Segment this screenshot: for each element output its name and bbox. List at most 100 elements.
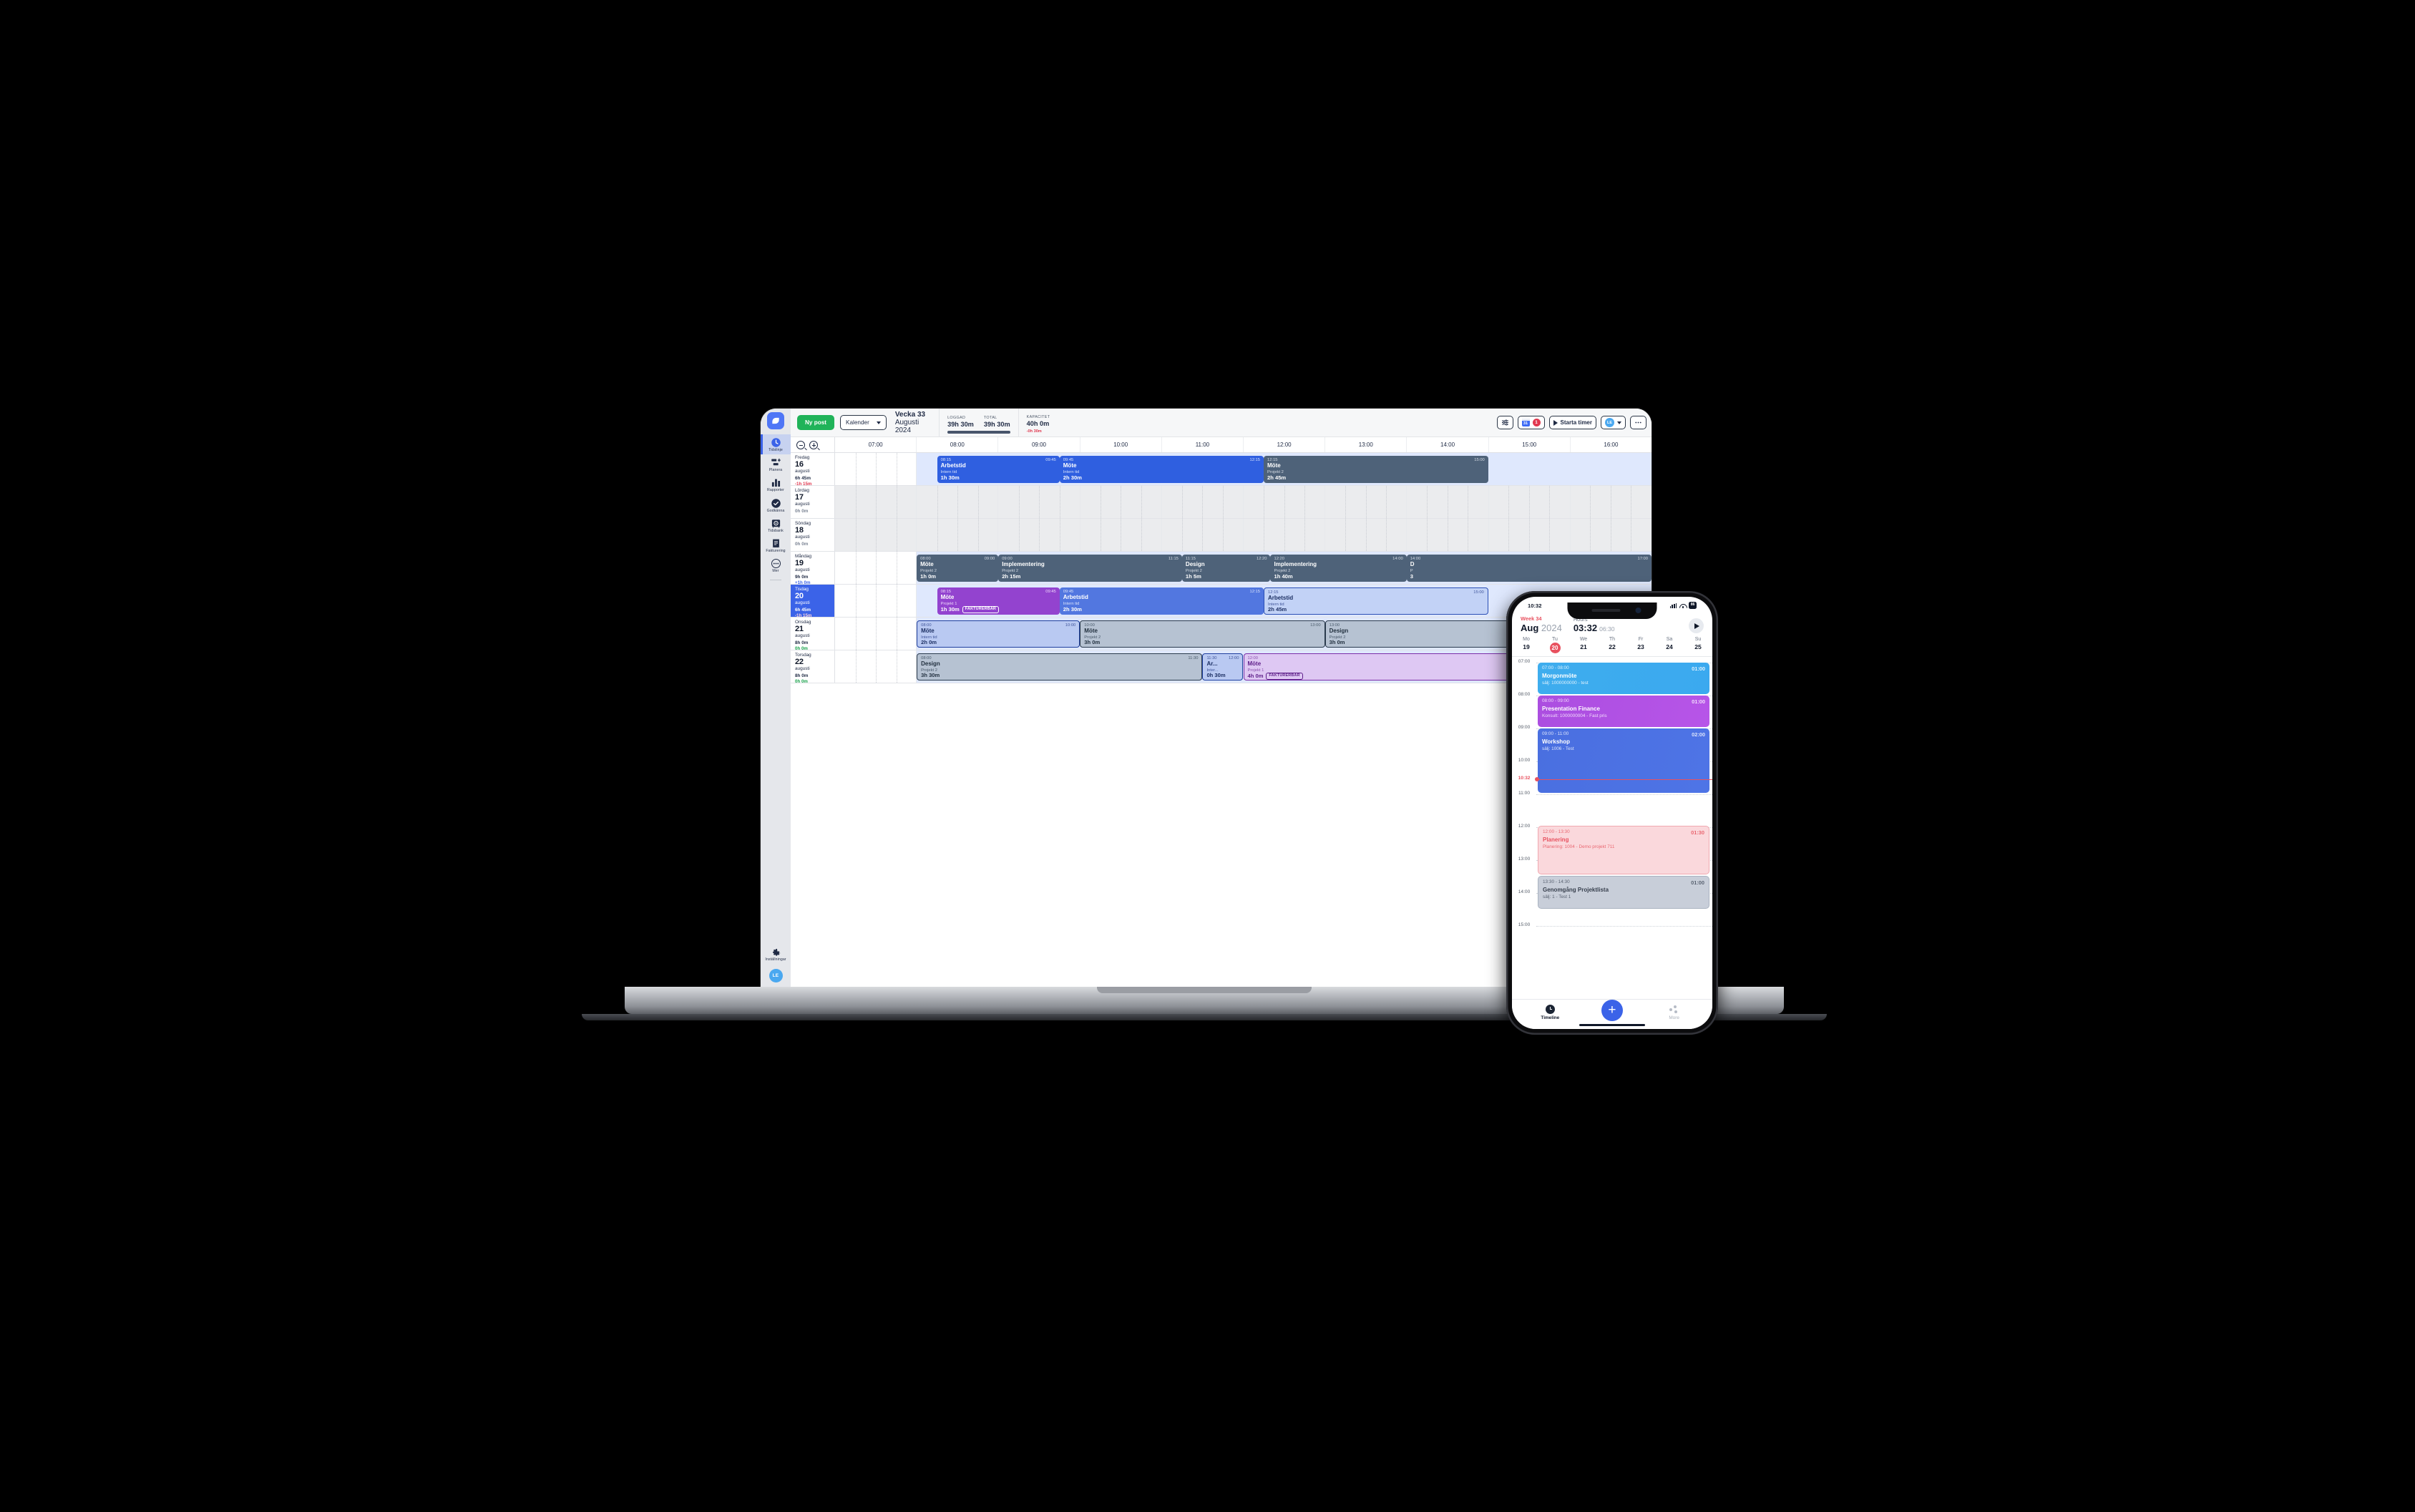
phone-event-duration: 01:00 [1692, 665, 1705, 672]
day-row: Söndag 18 augusti 0h 0m [791, 519, 1652, 552]
total-label: TOTAL [983, 415, 997, 420]
day-track[interactable]: 08:15 09:45 Arbetstid Intern tid 1h 30m 09:45… [835, 453, 1652, 485]
calendar-notifications-button[interactable]: 31 1 [1517, 416, 1545, 429]
phone-timeline[interactable]: 07:00 08:00 09:00 10:00 11:00 12:00 13:00 14:00… [1512, 657, 1712, 999]
tab-timeline[interactable]: Timeline [1525, 1004, 1575, 1020]
phone-event[interactable]: 13:30 - 14:30 01:00 Genomgång Projektlista… [1538, 876, 1709, 909]
event-end: 15:00 [1473, 590, 1484, 595]
capacity-summary: KAPACITET 40h 0m -0h 30m [1018, 409, 1058, 436]
hour-tick: 09:00 [997, 437, 1079, 452]
calendar-event[interactable]: 10:00 13:00 Möte Projekt 2 3h 0m [1080, 620, 1325, 648]
phone-start-timer-button[interactable] [1689, 618, 1704, 633]
day-number: 21 [795, 624, 804, 633]
zoom-in-icon[interactable] [809, 440, 820, 451]
user-menu-button[interactable]: LE [1601, 416, 1626, 429]
toolbar-left: Ny post Kalender Vecka 33 Augusti 2024 [791, 409, 939, 436]
calendar-event[interactable]: 12:20 14:00 Implementering Projekt 2 1h 40m [1270, 555, 1407, 582]
month-label: Augusti [894, 418, 919, 426]
event-duration: 1h 30m [940, 605, 960, 613]
sidebar-item-tidsbank[interactable]: Tidsbank [761, 515, 791, 535]
day-number: 22 [795, 657, 804, 666]
event-duration: 2h 15m [1002, 572, 1021, 580]
calendar-event[interactable]: 14:00 17:00 D P 3 [1406, 555, 1652, 582]
avatar[interactable]: LE [769, 969, 783, 982]
day-track[interactable]: 08:00 09:00 Möte Projekt 2 1h 0m 09:00 11:15 Im… [835, 552, 1652, 584]
filter-button[interactable] [1496, 416, 1513, 429]
phone-event-duration: 01:30 [1691, 829, 1704, 836]
new-post-button[interactable]: Ny post [797, 415, 835, 430]
sidebar-item-mer[interactable]: Mer [761, 555, 791, 575]
sidebar-item-planera[interactable]: Planera [761, 454, 791, 474]
calendar-event[interactable]: 11:15 12:20 Design Projekt 2 1h 5m [1181, 555, 1271, 582]
chevron-down-icon [1617, 421, 1621, 424]
calendar-event[interactable]: 08:00 10:00 Möte Intern tid 2h 0m [917, 620, 1080, 648]
day-header[interactable]: Måndag 19 augusti 9h 0m +1h 0m [791, 552, 835, 585]
calendar-event[interactable]: 09:45 12:15 Möte Intern tid 2h 30m [1059, 456, 1264, 483]
app-logo[interactable] [767, 412, 784, 429]
sidebar-item-rapporter[interactable]: Rapporter [761, 474, 791, 494]
day-number: 17 [795, 492, 804, 502]
phone-weekday[interactable]: Sa 24 [1655, 637, 1684, 653]
week-title: Vecka 33 Augusti 2024 [892, 411, 932, 435]
phone-event[interactable]: 07:00 - 08:00 01:00 Morgonmöte sälj: 100000… [1538, 663, 1709, 694]
day-header[interactable]: Fredag 16 augusti 6h 45m -1h 15m [791, 453, 835, 486]
phone-screen: 10:32 86 Week 34 Aug 2024 Hours 03:32 06… [1512, 597, 1712, 1029]
weekday-number: 24 [1666, 643, 1673, 650]
phone-event-title: Workshop [1542, 738, 1570, 745]
sidebar-item-tidslinje[interactable]: Tidslinje [761, 434, 791, 455]
event-title: Design [1185, 561, 1205, 568]
phone-hour-label: 13:00 [1518, 857, 1531, 862]
sidebar-item-installningar[interactable]: Inställningar [761, 944, 791, 964]
event-duration: 1h 40m [1274, 572, 1293, 580]
sidebar-item-godkanna[interactable]: Godkänna [761, 495, 791, 515]
phone-event[interactable]: 08:00 - 09:00 01:00 Presentation Finance Ko… [1538, 696, 1709, 727]
phone-event[interactable]: 12:00 - 13:30 01:30 Planering Planering: 10… [1538, 826, 1709, 874]
phone-event-head: 09:00 - 11:00 02:00 [1542, 731, 1705, 738]
event-end: 10:00 [1065, 623, 1076, 628]
day-track[interactable] [835, 486, 1652, 518]
tab-more[interactable]: More [1649, 1005, 1699, 1020]
calendar-event[interactable]: 09:00 11:15 Implementering Projekt 2 2h 15m [998, 555, 1182, 582]
calendar-event[interactable]: 08:15 09:45 Arbetstid Intern tid 1h 30m [937, 456, 1060, 483]
event-project: Intern tid [1063, 601, 1080, 606]
quarter-tick [1222, 486, 1224, 518]
event-title: Arbetstid [940, 462, 966, 469]
phone-event-sub: sälj: 1000000000 - test [1542, 680, 1589, 686]
calendar-event[interactable]: 08:00 09:00 Möte Projekt 2 1h 0m [917, 555, 999, 582]
phone-hour-label: 07:00 [1518, 659, 1531, 664]
event-duration: 2h 30m [1063, 605, 1082, 613]
day-track[interactable] [835, 519, 1652, 551]
calendar-event[interactable]: 09:45 12:15 Arbetstid Intern tid 2h 30m [1059, 587, 1264, 615]
event-title: Möte [1267, 462, 1281, 469]
overflow-button[interactable] [1630, 416, 1646, 429]
check-circle-icon [771, 498, 781, 509]
sidebar-item-label: Planera [769, 468, 783, 473]
start-timer-button[interactable]: Starta timer [1548, 416, 1596, 429]
sidebar-item-fakturering[interactable]: Fakturering [761, 535, 791, 555]
phone-weekday[interactable]: Fr 23 [1626, 637, 1655, 653]
calendar-event[interactable]: 12:15 15:00 Möte Projekt 2 2h 45m [1264, 456, 1488, 483]
view-select[interactable]: Kalender [840, 415, 887, 430]
event-project: Intern tid [1063, 469, 1080, 474]
add-entry-fab[interactable]: + [1601, 999, 1623, 1021]
phone-weekday[interactable]: Th 22 [1598, 637, 1626, 653]
bar-chart-icon [771, 477, 781, 488]
phone-weekday[interactable]: We 21 [1569, 637, 1598, 653]
phone-event[interactable]: 09:00 - 11:00 02:00 Workshop sälj: 1006 - T… [1538, 728, 1709, 793]
calendar-event[interactable]: 08:00 11:30 Design Projekt 2 3h 30m [917, 653, 1203, 681]
phone-weekday[interactable]: Su 25 [1684, 637, 1712, 653]
zoom-out-icon[interactable] [796, 440, 807, 451]
calendar-event[interactable]: 12:15 15:00 Arbetstid Intern tid 2h 45m [1264, 587, 1488, 615]
calendar-event[interactable]: 11:30 12:00 Ar... Inter... 0h 30m [1202, 653, 1244, 681]
phone-weekday[interactable]: Tu 20 [1541, 637, 1569, 653]
calendar-event[interactable]: 08:15 09:45 Möte Projekt 1 1h 30m FAKTURERBAR [937, 587, 1060, 615]
day-header[interactable]: Tisdag 20 augusti 6h 45m -1h 15m [791, 585, 835, 618]
quarter-tick [1549, 519, 1551, 551]
day-header[interactable]: Torsdag 22 augusti 8h 0m 0h 0m [791, 650, 835, 683]
phone-weekday[interactable]: Mo 19 [1512, 637, 1541, 653]
quarter-tick [1039, 486, 1040, 518]
event-end: 11:15 [1168, 557, 1179, 561]
day-header[interactable]: Söndag 18 augusti 0h 0m [791, 519, 835, 551]
day-header[interactable]: Onsdag 21 augusti 8h 0m 0h 0m [791, 618, 835, 650]
day-header[interactable]: Lördag 17 augusti 0h 0m [791, 486, 835, 518]
